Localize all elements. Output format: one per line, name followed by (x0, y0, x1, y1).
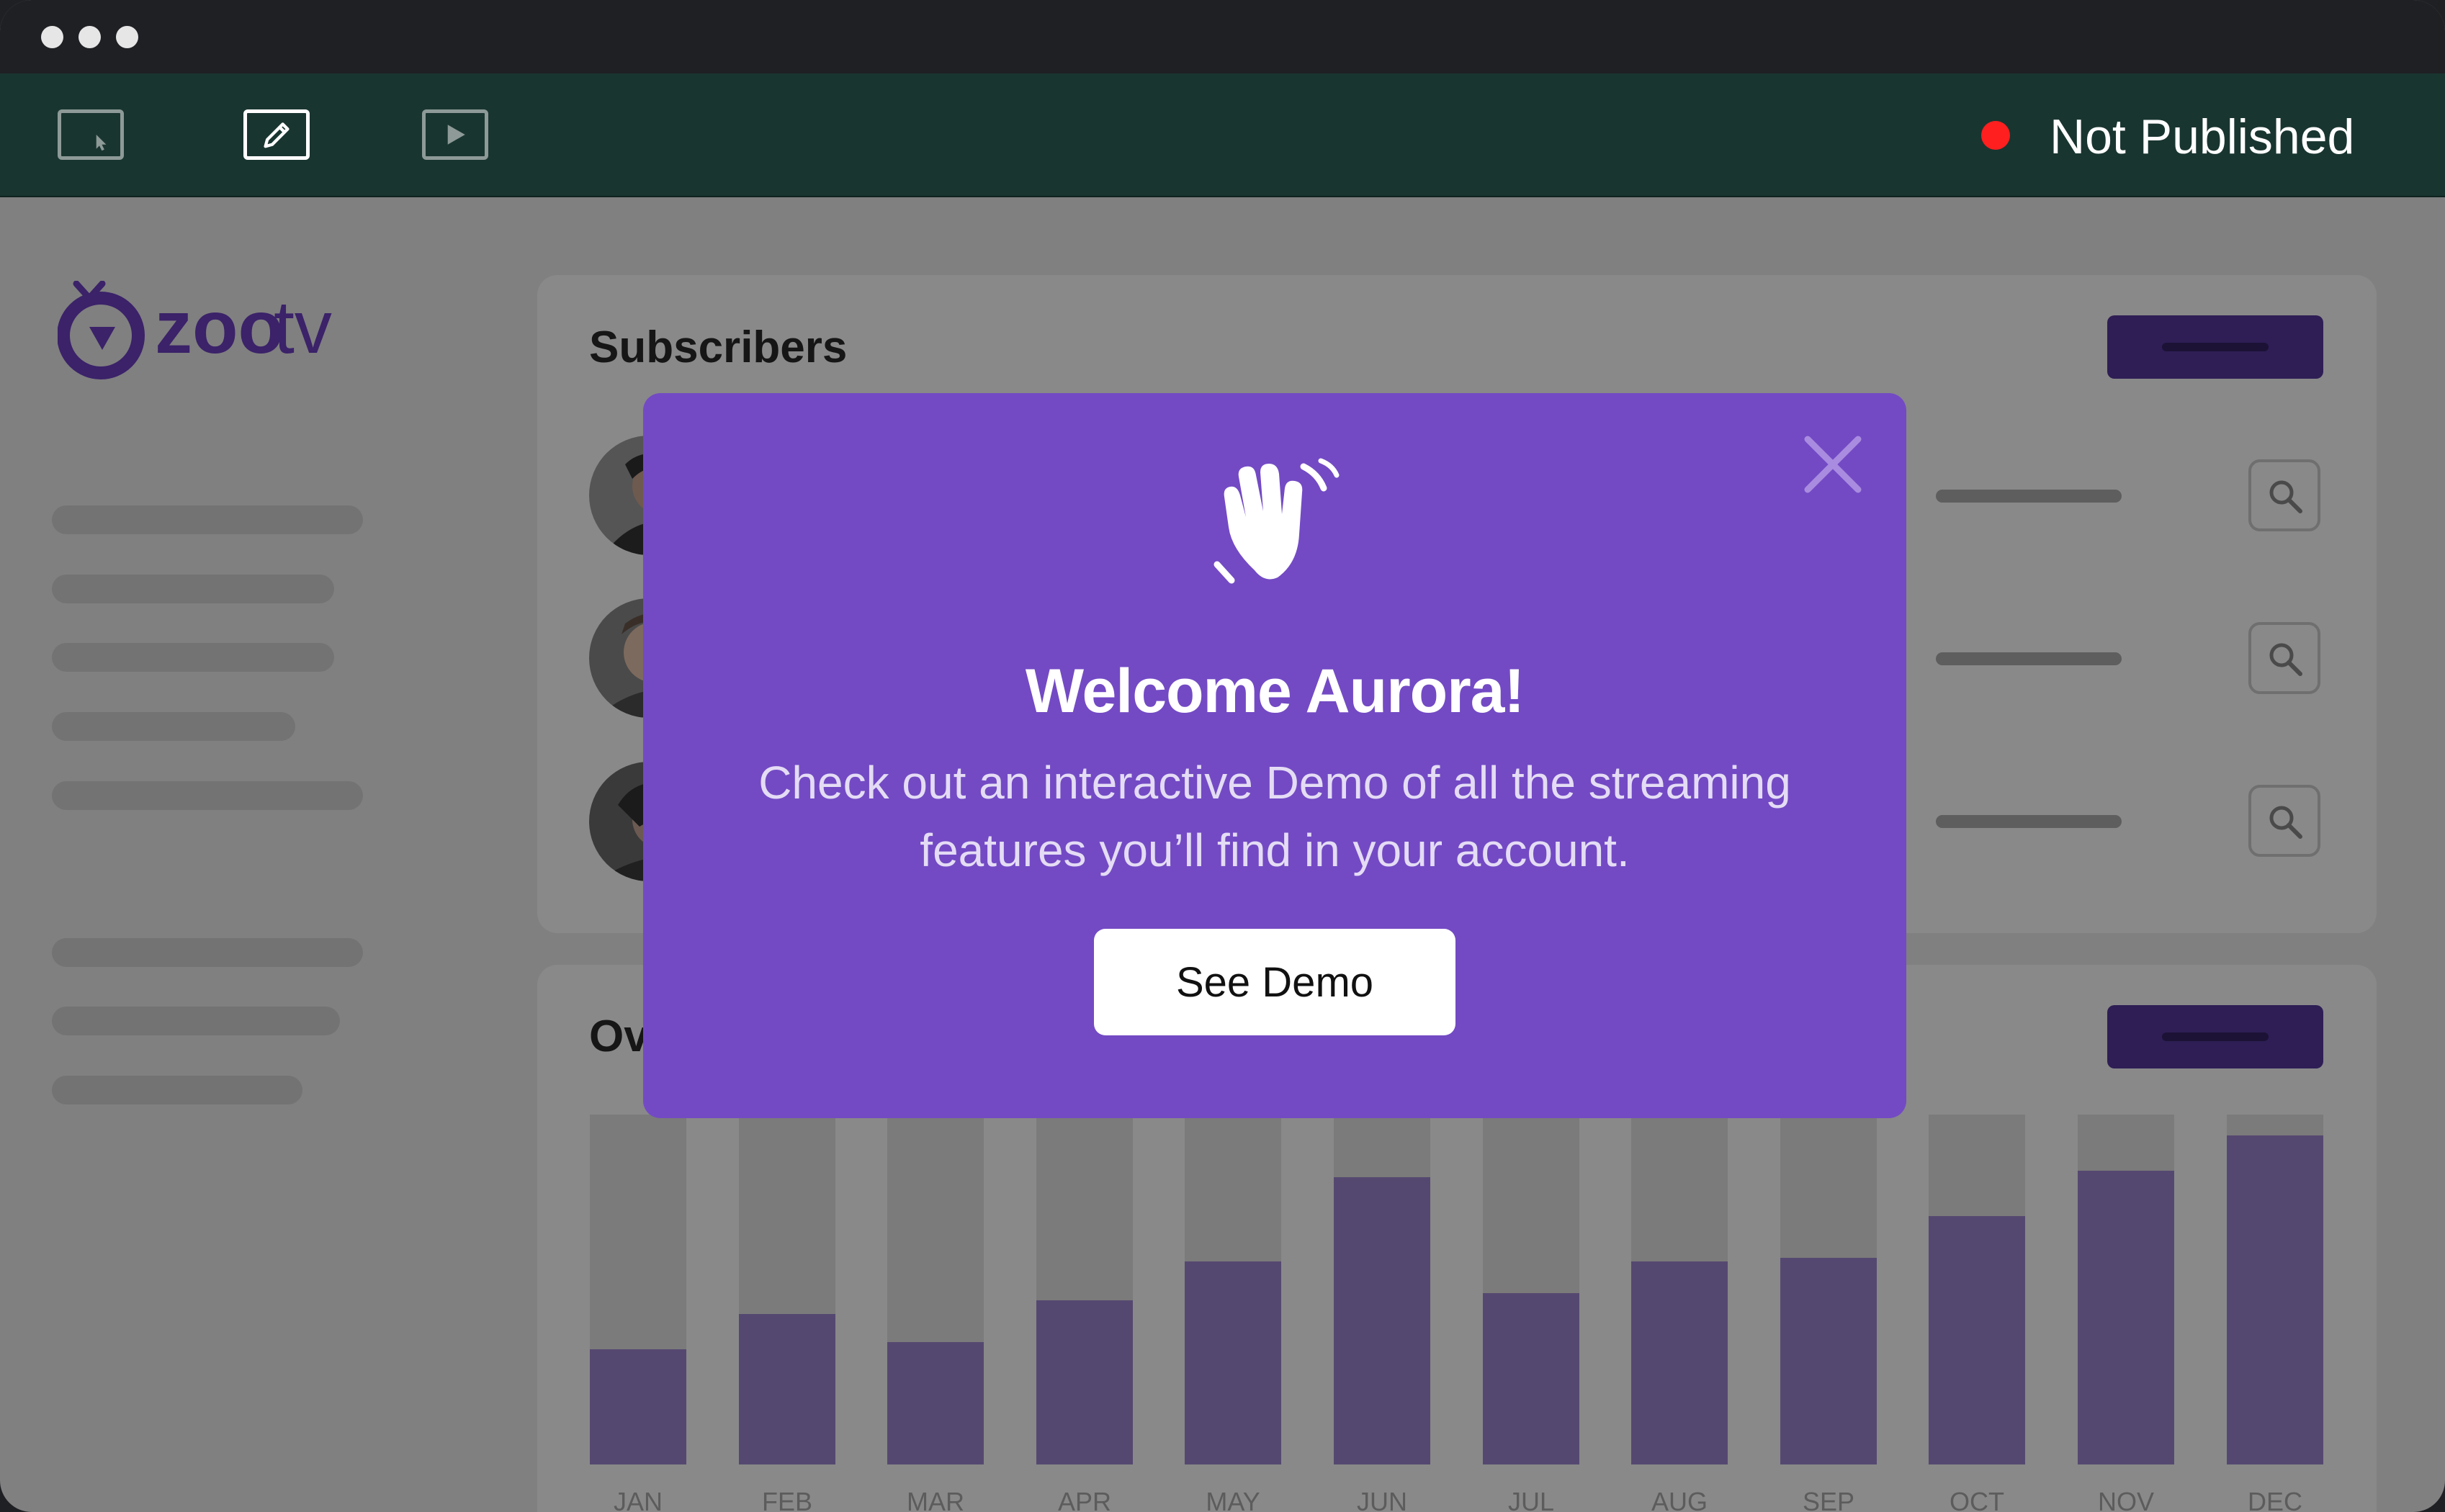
window-minimize-dot[interactable] (78, 26, 101, 48)
tv-logo-icon: zoo tv (57, 280, 332, 379)
month-label-jun: JUN (1357, 1487, 1407, 1512)
preview-tool-button[interactable] (422, 109, 488, 160)
see-demo-button[interactable]: See Demo (1094, 929, 1455, 1035)
close-modal-button[interactable] (1800, 432, 1865, 497)
status-indicator-dot (1981, 121, 2010, 150)
pointer-tool-button[interactable] (58, 109, 124, 160)
subscriber-search-button[interactable] (2248, 459, 2320, 531)
sidebar-nav-item[interactable] (52, 575, 334, 603)
month-label-apr: APR (1057, 1487, 1112, 1512)
app-window: Not Published zoo tv Subscribers Ov JAN … (0, 0, 2445, 1512)
search-icon (2269, 643, 2302, 676)
publish-status-label: Not Published (2050, 109, 2355, 164)
subscriber-detail-placeholder (1936, 490, 2122, 503)
month-label-sep: SEP (1802, 1487, 1855, 1512)
logo-text-bold: zoo (155, 286, 284, 369)
window-maximize-dot[interactable] (116, 26, 138, 48)
editor-toolbar: Not Published (0, 73, 2445, 197)
waving-hand-icon (1203, 455, 1347, 599)
month-label-oct: OCT (1950, 1487, 2004, 1512)
sidebar-nav-item[interactable] (52, 1007, 340, 1035)
sidebar-nav-item[interactable] (52, 1076, 302, 1104)
bar-jan[interactable] (590, 1349, 686, 1464)
overview-title: Ov (589, 1012, 649, 1061)
bar-dec[interactable] (2227, 1135, 2323, 1464)
month-label-dec: DEC (2247, 1487, 2302, 1512)
subscribers-action-button[interactable] (2107, 315, 2323, 379)
sidebar-nav-item[interactable] (52, 643, 334, 672)
subscriber-search-button[interactable] (2248, 622, 2320, 694)
logo-text-light: tv (274, 286, 332, 369)
bar-may[interactable] (1185, 1261, 1281, 1464)
bar-aug[interactable] (1631, 1261, 1728, 1464)
sidebar-nav-item[interactable] (52, 712, 295, 741)
search-icon (2269, 806, 2302, 839)
month-label-jul: JUL (1507, 1487, 1555, 1512)
month-label-feb: FEB (761, 1487, 812, 1512)
subscriber-detail-placeholder (1936, 815, 2122, 828)
edit-tool-button[interactable] (243, 109, 310, 160)
modal-title: Welcome Aurora! (1025, 657, 1525, 726)
bar-feb[interactable] (739, 1314, 835, 1464)
play-icon (447, 125, 465, 145)
pencil-icon (264, 122, 290, 148)
bar-jun[interactable] (1334, 1177, 1430, 1464)
modal-description: Check out an interactive Demo of all the… (758, 757, 1791, 876)
bar-oct[interactable] (1929, 1216, 2025, 1464)
bar-jul[interactable] (1483, 1293, 1579, 1464)
search-icon (2269, 480, 2302, 513)
month-label-aug: AUG (1651, 1487, 1708, 1512)
cursor-icon (96, 135, 107, 151)
sidebar-nav-item[interactable] (52, 505, 363, 534)
sidebar-nav-item[interactable] (52, 938, 363, 967)
subscriber-detail-placeholder (1936, 652, 2122, 665)
month-label-jan: JAN (613, 1487, 663, 1512)
month-label-may: MAY (1206, 1487, 1260, 1512)
bar-mar[interactable] (887, 1342, 984, 1464)
window-close-dot[interactable] (41, 26, 63, 48)
sidebar-nav-item[interactable] (52, 781, 363, 810)
bar-nov[interactable] (2078, 1171, 2174, 1464)
zootv-logo: zoo tv (57, 280, 360, 382)
subscriber-search-button[interactable] (2248, 785, 2320, 857)
subscribers-title: Subscribers (589, 323, 848, 372)
window-title-bar (0, 0, 2445, 73)
bar-apr[interactable] (1036, 1300, 1133, 1464)
bar-sep[interactable] (1780, 1258, 1877, 1464)
overview-action-button[interactable] (2107, 1005, 2323, 1068)
close-icon (1804, 436, 1862, 493)
month-label-mar: MAR (907, 1487, 964, 1512)
month-label-nov: NOV (2097, 1487, 2154, 1512)
